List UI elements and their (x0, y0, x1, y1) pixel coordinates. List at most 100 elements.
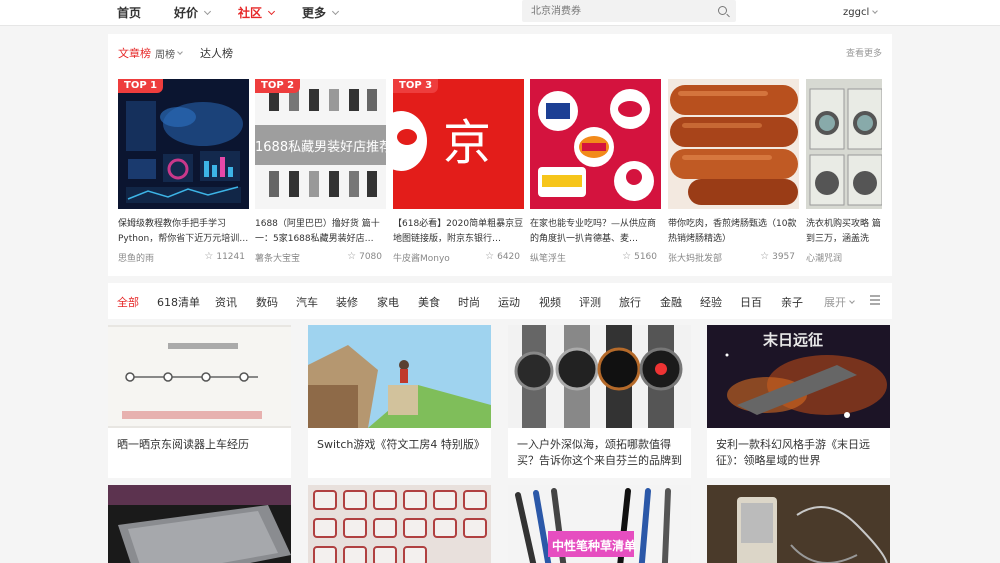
rank-badge: TOP 1 (118, 79, 164, 93)
chevron-down-icon (331, 7, 340, 15)
rank-title: 保姆级教程教你手把手学习Python，帮你省下近万元培训… (118, 219, 249, 244)
rune-factory-game-image (308, 325, 491, 428)
feed-card[interactable] (108, 485, 291, 563)
feed-image (308, 325, 491, 428)
category-tab[interactable]: 运动 (498, 294, 520, 310)
category-tab[interactable]: 时尚 (458, 294, 480, 310)
category-tab[interactable]: 618清单 (157, 294, 200, 310)
pens-overlay-text: 中性笔种草清单 (552, 539, 637, 553)
category-tab[interactable]: 家电 (377, 294, 399, 310)
chevron-down-icon (872, 8, 879, 14)
tab-articles[interactable]: 文章榜 (118, 45, 151, 61)
tab-talent[interactable]: 达人榜 (200, 45, 233, 61)
search-box (522, 0, 736, 22)
keycaps-image (308, 485, 491, 563)
world-map-dashboard-image (118, 79, 249, 209)
overlay-text: 1688私藏男装好店推荐 (255, 140, 386, 155)
feed-title: 一入户外深似海，颂拓哪款值得买？告诉你这个来自芬兰的品牌到 (517, 438, 682, 467)
rank-card[interactable]: 带你吃肉，香煎烤肠甄选（10款热销烤肠精选） 张大妈批发部 ☆ 3957 (668, 79, 799, 269)
expand-categories-button[interactable]: 展开 (824, 294, 855, 310)
rank-title: 洗衣机购买攻略 篇到三万，涵盖洗烘… (806, 219, 881, 244)
feed-card[interactable]: 晒一晒京东阅读器上车经历 (108, 325, 291, 478)
user-menu[interactable]: zggcl (843, 7, 879, 18)
favorite-count: ☆ 5160 (622, 251, 657, 262)
rank-title: 在家也能专业吃吗？—从供应商的角度扒一扒肯德基、麦… (530, 219, 657, 244)
rank-title: 【618必看】2020简单粗暴京豆地图链接版，附京东银行… (393, 219, 524, 244)
feed-image (108, 485, 291, 563)
list-view-icon[interactable] (870, 295, 880, 305)
jd-logo-text: 京 (443, 115, 492, 171)
category-tab[interactable]: 装修 (336, 294, 358, 310)
favorite-count: ☆ 3957 (760, 251, 795, 262)
category-tab[interactable]: 经验 (700, 294, 722, 310)
category-tab[interactable]: 视频 (539, 294, 561, 310)
category-tab[interactable]: 评测 (579, 294, 601, 310)
rank-card[interactable]: 在家也能专业吃吗？—从供应商的角度扒一扒肯德基、麦… 纵笔浮生 ☆ 5160 (530, 79, 661, 269)
feed-image (707, 485, 890, 563)
category-tab[interactable]: 金融 (660, 294, 682, 310)
feed-title: 晒一晒京东阅读器上车经历 (117, 438, 249, 451)
rank-image (806, 79, 882, 209)
ereader-image (108, 325, 291, 428)
category-tab[interactable]: 资讯 (215, 294, 237, 310)
rank-author[interactable]: 牛皮酱Monyo (393, 251, 450, 264)
feed-image: 中性笔种草清单 (508, 485, 691, 563)
feed-card[interactable] (308, 485, 491, 563)
feed-title: Switch游戏《符文工房4 特别版》 (317, 438, 485, 451)
gadgets-image (707, 485, 890, 563)
chevron-down-icon (849, 297, 855, 304)
rank-tabs: 文章榜 周榜 达人榜 (118, 45, 233, 61)
feed-title: 安利一款科幻风格手游《末日远征》：领略星域的世界 (716, 438, 870, 467)
category-tab[interactable]: 汽车 (296, 294, 318, 310)
nav-community[interactable]: 社区 (238, 4, 276, 21)
rank-badge: TOP 2 (255, 79, 301, 93)
feed-image (308, 485, 491, 563)
nav-deals[interactable]: 好价 (174, 4, 212, 21)
category-tab[interactable]: 数码 (256, 294, 278, 310)
article-rank-panel: 文章榜 周榜 达人榜 查看更多 TOP 1 保姆级教程教你手把手学习Python… (108, 34, 892, 276)
category-tab[interactable]: 亲子 (781, 294, 803, 310)
category-tab[interactable]: 美食 (418, 294, 440, 310)
fast-food-logos-image (530, 79, 661, 209)
laptop-image (108, 485, 291, 563)
rank-author[interactable]: 心潮咒润 (806, 251, 842, 264)
feed-card[interactable]: 中性笔种草清单 (508, 485, 691, 563)
rank-card[interactable]: 1688私藏男装好店推荐 TOP 2 1688（阿里巴巴）撸好货 篇十一：5家1… (255, 79, 386, 269)
feed-card[interactable]: Switch游戏《符文工房4 特别版》 (308, 325, 491, 478)
category-tab[interactable]: 旅行 (619, 294, 641, 310)
rank-card[interactable]: 京 TOP 3 【618必看】2020简单粗暴京豆地图链接版，附京东银行… 牛皮… (393, 79, 524, 269)
rank-card[interactable]: TOP 1 保姆级教程教你手把手学习Python，帮你省下近万元培训… 思鱼的雨… (118, 79, 249, 269)
washing-machines-image (806, 79, 882, 209)
favorite-count: ☆ 11241 (204, 251, 245, 262)
top-navigation: 首页 好价 社区 更多 zggcl (0, 0, 1000, 26)
nav-home[interactable]: 首页 (117, 4, 141, 21)
rank-badge: TOP 3 (393, 79, 439, 93)
category-bar: 全部 618清单 资讯 数码 汽车 装修 家电 美食 时尚 运动 视频 评测 旅… (108, 283, 892, 319)
feed-card[interactable] (707, 485, 890, 563)
rank-image: TOP 1 (118, 79, 249, 209)
sausages-image (668, 79, 799, 209)
search-icon[interactable] (718, 6, 727, 15)
star-icon: ☆ (347, 251, 357, 262)
search-input[interactable] (522, 0, 712, 22)
rank-title: 带你吃肉，香煎烤肠甄选（10款热销烤肠精选） (668, 219, 797, 244)
star-icon: ☆ (622, 251, 632, 262)
tab-weekly-dropdown[interactable]: 周榜 (155, 46, 183, 61)
chevron-down-icon (203, 7, 212, 15)
category-tab[interactable]: 日百 (740, 294, 762, 310)
favorite-count: ☆ 7080 (347, 251, 382, 262)
feed-image (108, 325, 291, 428)
rank-author[interactable]: 薯条大宝宝 (255, 251, 300, 264)
favorite-count: ☆ 6420 (485, 251, 520, 262)
nav-more[interactable]: 更多 (302, 4, 340, 21)
feed-card[interactable]: 末日远征 安利一款科幻风格手游《末日远征》：领略星域的世界 (707, 325, 890, 478)
chevron-down-icon (267, 7, 276, 15)
rank-author[interactable]: 张大妈批发部 (668, 251, 722, 264)
rank-card[interactable]: 洗衣机购买攻略 篇到三万，涵盖洗烘… 心潮咒润 (806, 79, 882, 269)
see-more-link[interactable]: 查看更多 (846, 46, 882, 59)
rank-author[interactable]: 思鱼的雨 (118, 251, 154, 264)
feed-image (508, 325, 691, 428)
category-tab[interactable]: 全部 (117, 294, 139, 310)
rank-author[interactable]: 纵笔浮生 (530, 251, 566, 264)
feed-card[interactable]: 一入户外深似海，颂拓哪款值得买？告诉你这个来自芬兰的品牌到 (508, 325, 691, 478)
